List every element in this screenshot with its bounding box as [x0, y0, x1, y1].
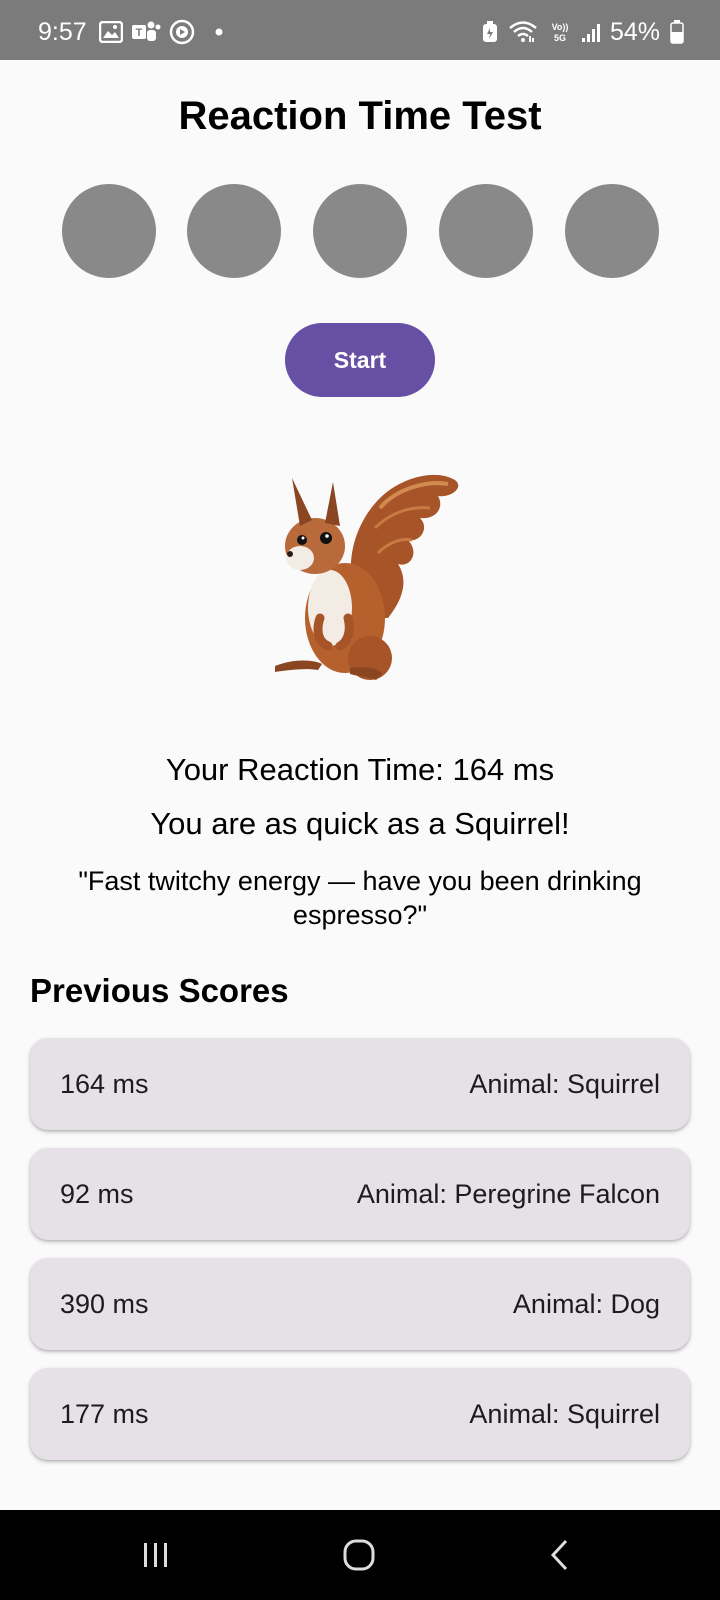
svg-text:Vo)): Vo)): [552, 22, 569, 32]
teams-icon: T: [131, 20, 161, 44]
back-icon[interactable]: [530, 1532, 590, 1578]
signal-light-1[interactable]: [62, 184, 156, 278]
score-animal: Animal: Dog: [512, 1288, 660, 1319]
score-time: 92 ms: [60, 1178, 134, 1209]
svg-text:5G: 5G: [554, 33, 566, 43]
signal-icon: [581, 22, 600, 42]
volte-5g-icon: Vo)) 5G: [548, 20, 572, 44]
score-row[interactable]: 177 ms Animal: Squirrel: [30, 1368, 690, 1460]
battery-percent: 54%: [609, 17, 660, 46]
animal-comparison-text: You are as quick as a Squirrel!: [150, 806, 570, 841]
reaction-time-text: Your Reaction Time: 164 ms: [165, 752, 555, 787]
status-time: 9:57: [38, 17, 87, 46]
score-row[interactable]: 390 ms Animal: Dog: [30, 1258, 690, 1350]
score-time: 164 ms: [60, 1068, 149, 1099]
score-row[interactable]: 92 ms Animal: Peregrine Falcon: [30, 1148, 690, 1240]
squirrel-image: [270, 468, 470, 694]
status-bar-right: Vo)) 5G 54%: [482, 17, 684, 47]
signal-light-3[interactable]: [313, 184, 407, 278]
recents-icon[interactable]: [126, 1532, 186, 1578]
previous-scores-title: Previous Scores: [30, 972, 289, 1009]
score-animal: Animal: Peregrine Falcon: [356, 1178, 660, 1209]
page-title: Reaction Time Test: [178, 94, 542, 138]
score-time: 390 ms: [60, 1288, 149, 1319]
gallery-icon: [98, 21, 123, 43]
status-bar-left: 9:57 T: [38, 17, 223, 47]
dot-icon: [215, 28, 223, 36]
wifi-icon: [508, 20, 538, 44]
start-button[interactable]: Start: [285, 323, 435, 397]
score-animal: Animal: Squirrel: [469, 1398, 660, 1429]
media-icon: [169, 19, 195, 45]
score-time: 177 ms: [60, 1398, 149, 1429]
signal-light-4[interactable]: [439, 184, 533, 278]
score-row[interactable]: 164 ms Animal: Squirrel: [30, 1038, 690, 1130]
animal-quote-text: "Fast twitchy energy — have you been dri…: [78, 866, 642, 930]
battery-saver-icon: [482, 21, 498, 43]
navigation-bar: [0, 1510, 720, 1600]
signal-light-5[interactable]: [565, 184, 659, 278]
score-animal: Animal: Squirrel: [469, 1068, 660, 1099]
battery-icon: [670, 20, 684, 44]
status-bar: 9:57 T Vo)) 5G 54%: [0, 0, 720, 60]
svg-text:T: T: [135, 27, 142, 39]
home-icon[interactable]: [329, 1532, 389, 1578]
signal-light-2[interactable]: [187, 184, 281, 278]
